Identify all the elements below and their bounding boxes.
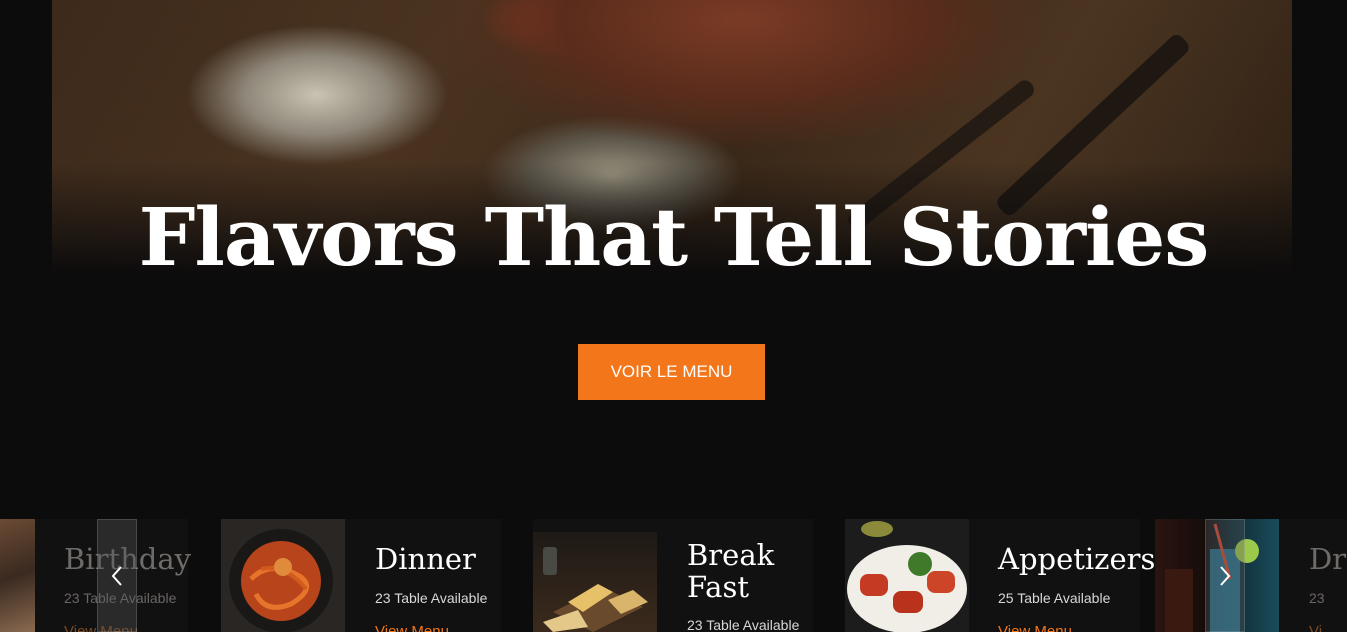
category-card-drinks[interactable]: Dr 23 Vi [1155,519,1347,632]
category-image-dinner [221,519,345,632]
category-title: Dr [1309,542,1347,576]
category-title: Dinner [375,542,476,576]
category-subtitle: 23 Table Available [687,617,800,632]
chevron-right-icon [1220,565,1231,586]
category-link[interactable]: View Menu [375,623,449,632]
category-card-breakfast[interactable]: Break Fast 23 Table Available [533,519,813,632]
category-image-breakfast [533,532,657,632]
category-card-appetizers[interactable]: Appetizers 25 Table Available View Menu [845,519,1155,632]
carousel-next-button[interactable] [1205,519,1245,632]
category-title: Break Fast [687,538,775,604]
carousel-prev-button[interactable] [97,519,137,632]
category-link[interactable]: View Menu [998,623,1072,632]
category-subtitle: 23 [1309,590,1325,606]
category-subtitle: 25 Table Available [998,590,1111,606]
hero-title: Flavors That Tell Stories [138,190,1210,284]
category-link[interactable]: Vi [1309,623,1322,632]
chevron-left-icon [111,565,122,586]
category-image-appetizers [845,519,969,632]
category-card-dinner[interactable]: Dinner 23 Table Available View Menu [221,519,501,632]
category-title: Appetizers [998,542,1156,576]
view-menu-button[interactable]: VOIR LE MENU [578,344,765,400]
category-card-birthday[interactable]: Birthday 23 Table Available View Menu [0,519,191,632]
category-carousel: Birthday 23 Table Available View Menu Di… [0,519,1347,632]
category-image-birthday [0,519,35,632]
category-subtitle: 23 Table Available [375,590,488,606]
